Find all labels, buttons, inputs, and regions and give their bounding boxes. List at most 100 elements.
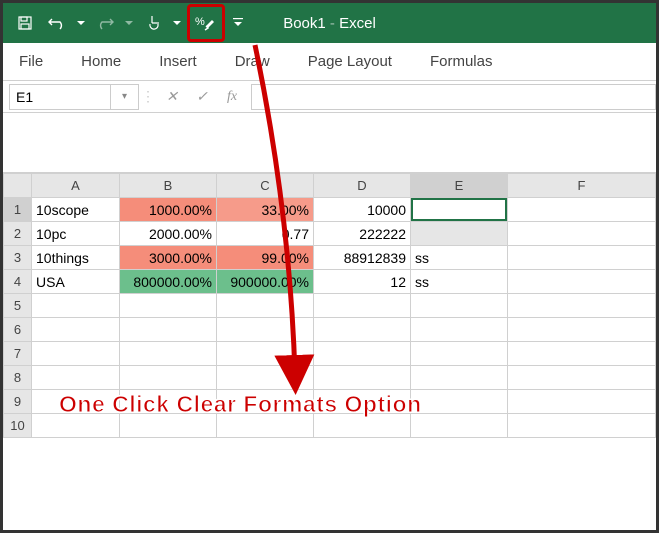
cell-b4[interactable]: 800000.00% bbox=[120, 270, 217, 294]
touch-dropdown-icon[interactable] bbox=[171, 9, 183, 37]
col-header-e[interactable]: E bbox=[411, 174, 508, 198]
cell-e2[interactable] bbox=[411, 222, 508, 246]
cell-e5[interactable] bbox=[411, 294, 508, 318]
row-header-7[interactable]: 7 bbox=[4, 342, 32, 366]
cell-a1[interactable]: 10scope bbox=[32, 198, 120, 222]
customize-qat-icon[interactable] bbox=[229, 9, 247, 37]
cell-b9[interactable] bbox=[120, 390, 217, 414]
cell-b6[interactable] bbox=[120, 318, 217, 342]
cancel-icon[interactable]: ✕ bbox=[157, 84, 187, 110]
undo-dropdown-icon[interactable] bbox=[75, 9, 87, 37]
cell-c10[interactable] bbox=[217, 414, 314, 438]
cell-a4[interactable]: USA bbox=[32, 270, 120, 294]
cell-f4[interactable] bbox=[508, 270, 656, 294]
title-bar: % Book1 - Excel bbox=[3, 3, 656, 43]
cell-b7[interactable] bbox=[120, 342, 217, 366]
cell-f7[interactable] bbox=[508, 342, 656, 366]
cell-d2[interactable]: 222222 bbox=[314, 222, 411, 246]
cell-d4[interactable]: 12 bbox=[314, 270, 411, 294]
cell-c6[interactable] bbox=[217, 318, 314, 342]
col-header-f[interactable]: F bbox=[508, 174, 656, 198]
row-header-10[interactable]: 10 bbox=[4, 414, 32, 438]
cell-f8[interactable] bbox=[508, 366, 656, 390]
tab-draw[interactable]: Draw bbox=[231, 45, 274, 78]
tab-insert[interactable]: Insert bbox=[155, 45, 201, 78]
name-box[interactable]: E1 bbox=[9, 84, 111, 110]
cell-b10[interactable] bbox=[120, 414, 217, 438]
touch-mode-icon[interactable] bbox=[139, 9, 167, 37]
cell-c3[interactable]: 99.00% bbox=[217, 246, 314, 270]
row-header-4[interactable]: 4 bbox=[4, 270, 32, 294]
cell-c5[interactable] bbox=[217, 294, 314, 318]
cell-a8[interactable] bbox=[32, 366, 120, 390]
spreadsheet-grid[interactable]: A B C D E F 1 10scope 1000.00% 33.00% 10… bbox=[3, 173, 656, 438]
save-icon[interactable] bbox=[11, 9, 39, 37]
cell-f10[interactable] bbox=[508, 414, 656, 438]
undo-icon[interactable] bbox=[43, 9, 71, 37]
cell-c1[interactable]: 33.00% bbox=[217, 198, 314, 222]
cell-a5[interactable] bbox=[32, 294, 120, 318]
cell-f1[interactable] bbox=[508, 198, 656, 222]
cell-f5[interactable] bbox=[508, 294, 656, 318]
clear-formats-icon[interactable]: % bbox=[192, 9, 220, 37]
cell-c8[interactable] bbox=[217, 366, 314, 390]
cell-e8[interactable] bbox=[411, 366, 508, 390]
cell-e1[interactable] bbox=[411, 198, 508, 222]
cell-b2[interactable]: 2000.00% bbox=[120, 222, 217, 246]
cell-a9[interactable] bbox=[32, 390, 120, 414]
cell-f2[interactable] bbox=[508, 222, 656, 246]
cell-c2[interactable]: 0.77 bbox=[217, 222, 314, 246]
cell-d8[interactable] bbox=[314, 366, 411, 390]
row-header-1[interactable]: 1 bbox=[4, 198, 32, 222]
row-header-5[interactable]: 5 bbox=[4, 294, 32, 318]
col-header-a[interactable]: A bbox=[32, 174, 120, 198]
formula-input[interactable] bbox=[251, 84, 656, 110]
name-box-dropdown-icon[interactable]: ▾ bbox=[111, 84, 139, 110]
row-header-9[interactable]: 9 bbox=[4, 390, 32, 414]
cell-c9[interactable] bbox=[217, 390, 314, 414]
row-header-3[interactable]: 3 bbox=[4, 246, 32, 270]
fx-icon[interactable]: fx bbox=[217, 84, 247, 110]
col-header-b[interactable]: B bbox=[120, 174, 217, 198]
cell-a3[interactable]: 10things bbox=[32, 246, 120, 270]
cell-e7[interactable] bbox=[411, 342, 508, 366]
row-header-8[interactable]: 8 bbox=[4, 366, 32, 390]
cell-b8[interactable] bbox=[120, 366, 217, 390]
cell-c4[interactable]: 900000.00% bbox=[217, 270, 314, 294]
cell-e10[interactable] bbox=[411, 414, 508, 438]
cell-d10[interactable] bbox=[314, 414, 411, 438]
cell-c7[interactable] bbox=[217, 342, 314, 366]
cell-e4[interactable]: ss bbox=[411, 270, 508, 294]
cell-d9[interactable] bbox=[314, 390, 411, 414]
cell-d1[interactable]: 10000 bbox=[314, 198, 411, 222]
tab-formulas[interactable]: Formulas bbox=[426, 45, 497, 78]
cell-b1[interactable]: 1000.00% bbox=[120, 198, 217, 222]
cell-e6[interactable] bbox=[411, 318, 508, 342]
col-header-d[interactable]: D bbox=[314, 174, 411, 198]
cell-e3[interactable]: ss bbox=[411, 246, 508, 270]
select-all-corner[interactable] bbox=[4, 174, 32, 198]
cell-f6[interactable] bbox=[508, 318, 656, 342]
cell-e9[interactable] bbox=[411, 390, 508, 414]
cell-d3[interactable]: 88912839 bbox=[314, 246, 411, 270]
cell-a2[interactable]: 10pc bbox=[32, 222, 120, 246]
row-header-2[interactable]: 2 bbox=[4, 222, 32, 246]
cell-d7[interactable] bbox=[314, 342, 411, 366]
tab-file[interactable]: File bbox=[15, 45, 47, 78]
tab-page-layout[interactable]: Page Layout bbox=[304, 45, 396, 78]
cell-f3[interactable] bbox=[508, 246, 656, 270]
redo-icon[interactable] bbox=[91, 9, 119, 37]
cell-d6[interactable] bbox=[314, 318, 411, 342]
tab-home[interactable]: Home bbox=[77, 45, 125, 78]
redo-dropdown-icon[interactable] bbox=[123, 9, 135, 37]
cell-d5[interactable] bbox=[314, 294, 411, 318]
cell-b3[interactable]: 3000.00% bbox=[120, 246, 217, 270]
col-header-c[interactable]: C bbox=[217, 174, 314, 198]
cell-f9[interactable] bbox=[508, 390, 656, 414]
confirm-icon[interactable]: ✓ bbox=[187, 84, 217, 110]
cell-b5[interactable] bbox=[120, 294, 217, 318]
cell-a6[interactable] bbox=[32, 318, 120, 342]
cell-a10[interactable] bbox=[32, 414, 120, 438]
cell-a7[interactable] bbox=[32, 342, 120, 366]
row-header-6[interactable]: 6 bbox=[4, 318, 32, 342]
